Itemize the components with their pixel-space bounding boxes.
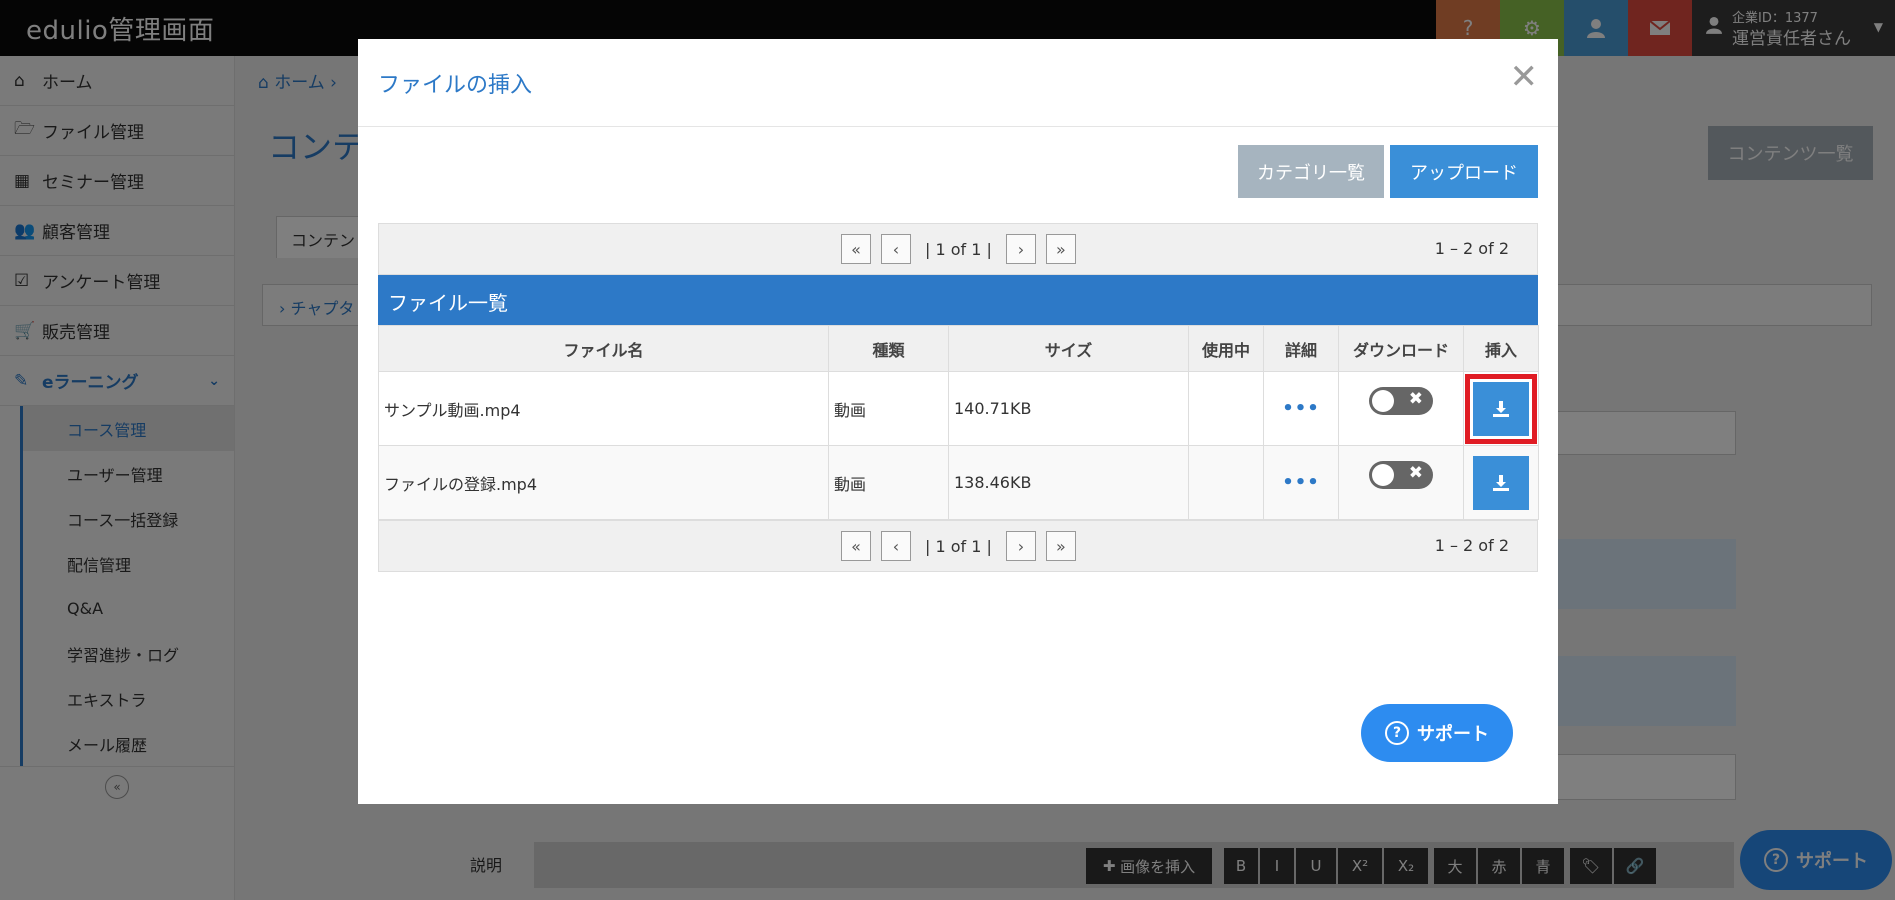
column-header-insert: 挿入 <box>1463 325 1539 372</box>
file-list-header: ファイル一覧 <box>378 275 1538 325</box>
double-chevron-right-icon: » <box>1056 536 1066 556</box>
file-size: 140.71KB <box>948 371 1189 446</box>
close-icon[interactable]: ✕ <box>1510 57 1539 97</box>
column-header-in-use: 使用中 <box>1188 325 1264 372</box>
file-name: ファイルの登録.mp4 <box>378 445 829 520</box>
table-row: サンプル動画.mp4 動画 140.71KB ••• ✖ <box>378 371 1539 446</box>
page-indicator: | 1 of 1 | <box>925 536 992 556</box>
chevron-right-icon: › <box>1017 536 1025 556</box>
download-toggle[interactable]: ✖ <box>1369 386 1433 415</box>
table-header-row: ファイル名 種類 サイズ 使用中 詳細 ダウンロード 挿入 <box>378 325 1539 372</box>
table-row: ファイルの登録.mp4 動画 138.46KB ••• ✖ <box>378 445 1539 520</box>
upload-button[interactable]: アップロード <box>1390 145 1538 198</box>
support-label: サポート <box>1417 724 1489 745</box>
double-chevron-right-icon: » <box>1056 239 1066 259</box>
file-in-use <box>1188 445 1264 520</box>
more-icon[interactable]: ••• <box>1282 472 1320 493</box>
chevron-left-icon: ‹ <box>892 536 900 556</box>
insert-button[interactable] <box>1473 381 1529 436</box>
column-header-name: ファイル名 <box>378 325 829 372</box>
pagination-top: « ‹ | 1 of 1 | › » 1 – 2 of 2 <box>378 223 1538 275</box>
next-page-button[interactable]: › <box>1005 234 1036 264</box>
column-header-type: 種類 <box>828 325 949 372</box>
column-header-download: ダウンロード <box>1338 325 1464 372</box>
x-icon: ✖ <box>1408 462 1423 483</box>
support-button[interactable]: ? サポート <box>1361 704 1513 762</box>
file-type: 動画 <box>828 371 949 446</box>
first-page-button[interactable]: « <box>841 531 871 561</box>
insert-button[interactable] <box>1473 455 1529 510</box>
record-count: 1 – 2 of 2 <box>1434 536 1509 555</box>
pagination-bottom: « ‹ | 1 of 1 | › » 1 – 2 of 2 <box>378 520 1538 572</box>
next-page-button[interactable]: › <box>1005 531 1036 561</box>
column-header-detail: 詳細 <box>1263 325 1339 372</box>
file-name: サンプル動画.mp4 <box>378 371 829 446</box>
first-page-button[interactable]: « <box>841 234 871 264</box>
last-page-button[interactable]: » <box>1045 531 1076 561</box>
download-cell: ✖ <box>1338 445 1464 520</box>
file-type: 動画 <box>828 445 949 520</box>
download-icon <box>1493 400 1509 417</box>
insert-cell <box>1463 445 1539 520</box>
file-list-panel: « ‹ | 1 of 1 | › » 1 – 2 of 2 ファイル一覧 ファイ… <box>378 223 1539 572</box>
file-insert-modal: ファイルの挿入 ✕ カテゴリ一覧 アップロード « ‹ | 1 of 1 | ›… <box>358 39 1558 804</box>
modal-header: ファイルの挿入 ✕ <box>358 39 1558 127</box>
download-toggle[interactable]: ✖ <box>1369 460 1433 489</box>
detail-cell: ••• <box>1263 445 1339 520</box>
download-cell: ✖ <box>1338 371 1464 446</box>
prev-page-button[interactable]: ‹ <box>881 234 911 264</box>
prev-page-button[interactable]: ‹ <box>881 531 911 561</box>
more-icon[interactable]: ••• <box>1282 398 1320 419</box>
column-header-size: サイズ <box>948 325 1189 372</box>
question-icon: ? <box>1385 721 1409 745</box>
file-table: ファイル名 種類 サイズ 使用中 詳細 ダウンロード 挿入 サンプル動画.mp4… <box>378 325 1539 520</box>
x-icon: ✖ <box>1408 388 1423 409</box>
last-page-button[interactable]: » <box>1045 234 1076 264</box>
detail-cell: ••• <box>1263 371 1339 446</box>
chevron-right-icon: › <box>1017 239 1025 259</box>
page-indicator: | 1 of 1 | <box>925 239 992 259</box>
chevron-left-icon: ‹ <box>892 239 900 259</box>
file-size: 138.46KB <box>948 445 1189 520</box>
category-list-button[interactable]: カテゴリ一覧 <box>1238 145 1384 198</box>
record-count: 1 – 2 of 2 <box>1434 239 1509 258</box>
file-in-use <box>1188 371 1264 446</box>
double-chevron-left-icon: « <box>851 536 861 556</box>
download-icon <box>1493 474 1509 491</box>
insert-cell <box>1463 371 1539 446</box>
modal-title: ファイルの挿入 <box>378 73 533 98</box>
double-chevron-left-icon: « <box>851 239 861 259</box>
